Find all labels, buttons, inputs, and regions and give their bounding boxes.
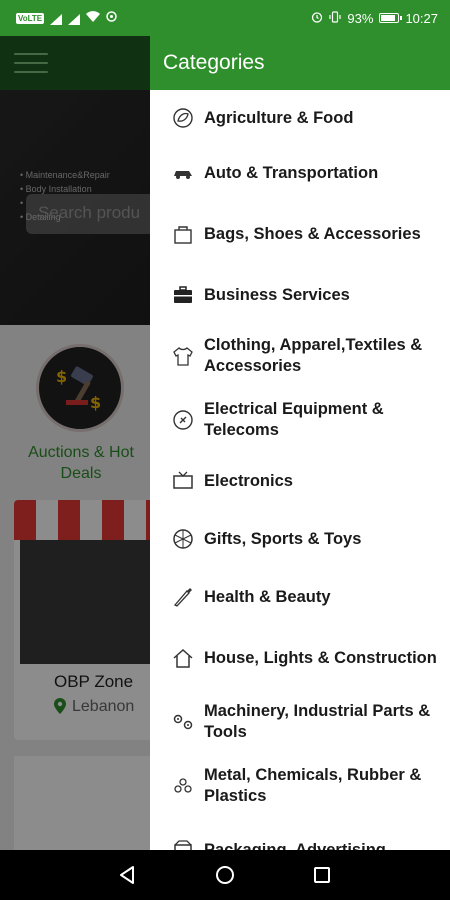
pyramid-icon	[172, 775, 194, 797]
wifi-icon	[86, 11, 101, 25]
status-bar: VoLTE 93% 10:27	[0, 0, 450, 36]
category-label: Business Services	[204, 285, 350, 304]
leaf-icon	[172, 107, 194, 129]
signal-icon	[68, 13, 81, 25]
category-label: Auto & Transportation	[204, 163, 379, 182]
category-label: Electrical Equipment & Telecoms	[204, 400, 384, 439]
category-item[interactable]: Electronics	[150, 452, 450, 510]
clock: 10:27	[405, 10, 438, 26]
category-label: House, Lights & Construction	[204, 648, 437, 667]
category-item[interactable]: Auto & Transportation	[150, 144, 450, 202]
status-left: VoLTE	[16, 11, 117, 25]
car-icon	[172, 162, 194, 184]
dot-icon	[106, 11, 117, 25]
back-icon[interactable]	[108, 855, 148, 895]
box-icon	[172, 839, 194, 850]
alarm-icon	[311, 11, 323, 26]
battery-icon	[379, 13, 403, 23]
category-list: Agriculture & Food Auto & Transportation B…	[150, 90, 450, 850]
category-label: Gifts, Sports & Toys	[204, 529, 362, 548]
category-label: Metal, Chemicals, Rubber & Plastics	[204, 766, 422, 805]
gear-icon	[172, 711, 194, 733]
status-right: 93% 10:27	[311, 11, 438, 26]
battery-percent: 93%	[347, 10, 374, 26]
category-item[interactable]: Health & Beauty	[150, 568, 450, 626]
bag-icon	[172, 223, 194, 245]
volte-badge: VoLTE	[16, 12, 45, 24]
category-item[interactable]: Clothing, Apparel,Textiles & Accessories	[150, 324, 450, 388]
plug-icon	[172, 409, 194, 431]
system-nav-bar	[0, 850, 450, 900]
category-item[interactable]: Metal, Chemicals, Rubber & Plastics	[150, 754, 450, 818]
category-item[interactable]: Electrical Equipment & Telecoms	[150, 388, 450, 452]
category-item[interactable]: Packaging, Advertising,	[150, 818, 450, 850]
category-item[interactable]: House, Lights & Construction	[150, 626, 450, 690]
category-item[interactable]: Machinery, Industrial Parts & Tools	[150, 690, 450, 754]
category-item[interactable]: Business Services	[150, 266, 450, 324]
category-item[interactable]: Agriculture & Food	[150, 90, 450, 144]
shirt-icon	[172, 345, 194, 367]
category-label: Packaging, Advertising,	[204, 840, 391, 851]
category-label: Health & Beauty	[204, 587, 331, 606]
drawer-header: Categories	[150, 36, 450, 90]
signal-icon	[50, 13, 63, 25]
categories-drawer: Categories Agriculture & Food Auto & Tran…	[150, 36, 450, 850]
house-icon	[172, 647, 194, 669]
recents-icon[interactable]	[302, 855, 342, 895]
drawer-title: Categories	[163, 51, 265, 74]
category-label: Agriculture & Food	[204, 108, 354, 127]
briefcase-icon	[172, 284, 194, 306]
ball-icon	[172, 528, 194, 550]
home-icon[interactable]	[205, 855, 245, 895]
tv-icon	[172, 470, 194, 492]
category-label: Electronics	[204, 471, 293, 490]
vibrate-icon	[329, 10, 342, 26]
category-label: Clothing, Apparel,Textiles & Accessories	[204, 336, 423, 375]
category-item[interactable]: Bags, Shoes & Accessories	[150, 202, 450, 266]
category-label: Machinery, Industrial Parts & Tools	[204, 702, 431, 741]
category-item[interactable]: Gifts, Sports & Toys	[150, 510, 450, 568]
brush-icon	[172, 586, 194, 608]
category-label: Bags, Shoes & Accessories	[204, 224, 421, 243]
